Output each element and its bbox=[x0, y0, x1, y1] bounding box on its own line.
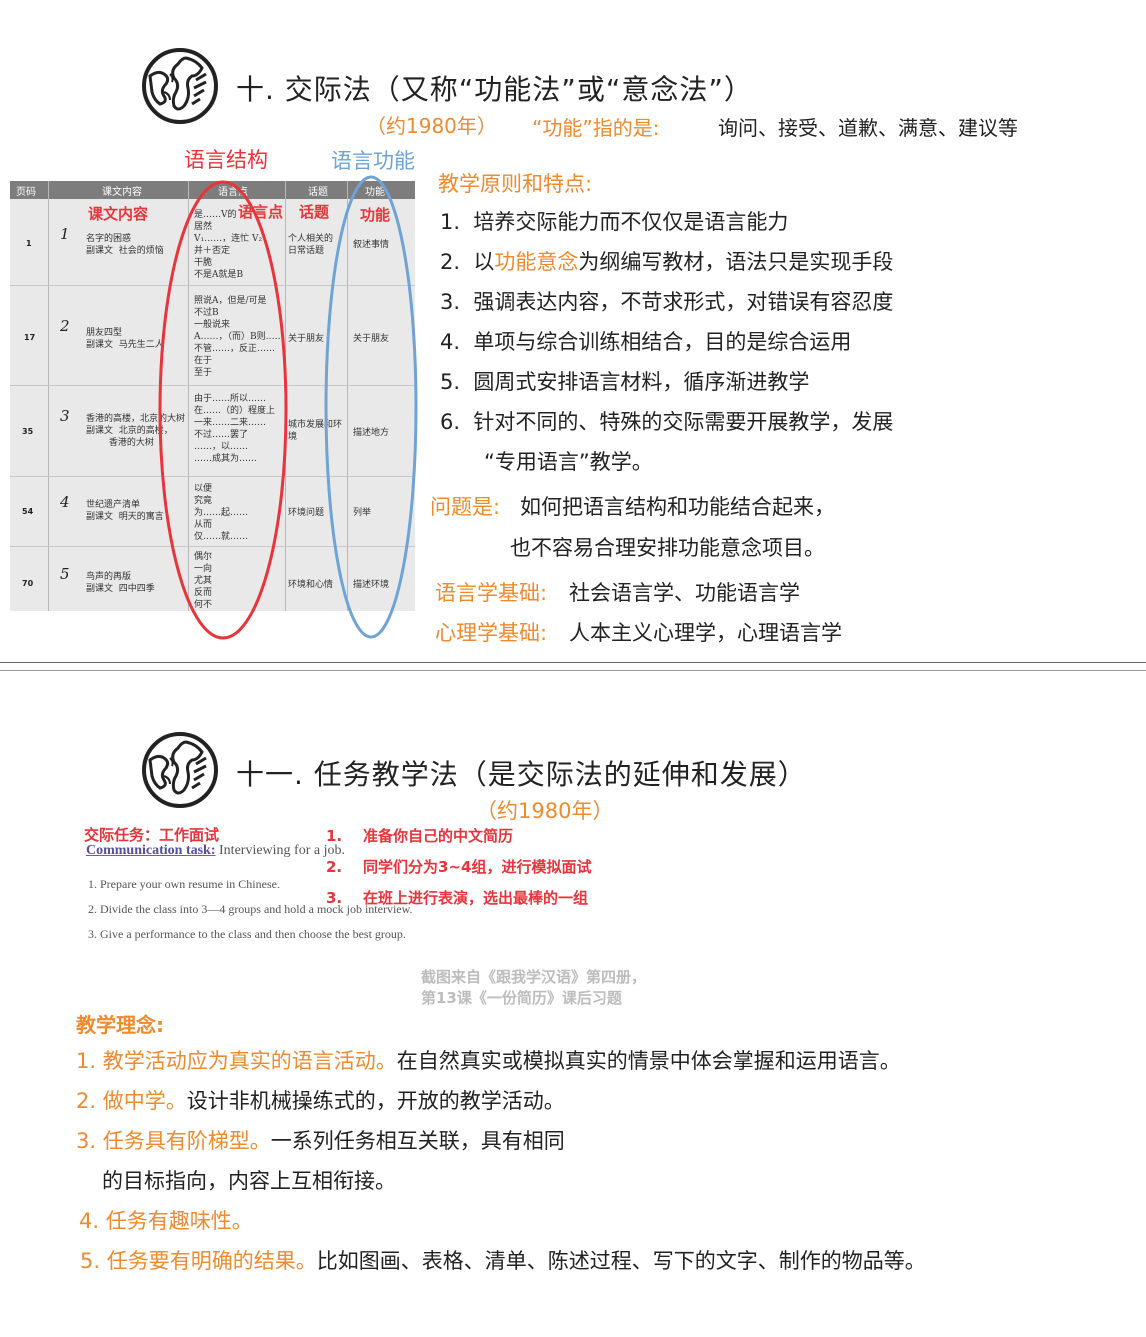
concept-lead: 2. 做中学。 bbox=[76, 1089, 187, 1113]
problem-line2: 也不容易合理安排功能意念项目。 bbox=[510, 536, 825, 560]
concept-text: 的目标指向，内容上互相衔接。 bbox=[102, 1169, 396, 1193]
section-divider bbox=[0, 662, 1146, 663]
concept-5: 5. 任务要有明确的结果。比如图画、表格、清单、陈述过程、写下的文字、制作的物品… bbox=[76, 1241, 926, 1281]
concept-text: 比如图画、表格、清单、陈述过程、写下的文字、制作的物品等。 bbox=[316, 1249, 926, 1273]
task-en-1: 1. Prepare your own resume in Chinese. bbox=[88, 877, 280, 891]
concepts-list: 1. 教学活动应为真实的语言活动。在自然真实或模拟真实的情景中体会掌握和运用语言… bbox=[76, 1041, 926, 1281]
caption-line1: 截图来自《跟我学汉语》第四册， bbox=[421, 968, 647, 986]
principle-5: 5. 圆周式安排语言材料，循序渐进教学 bbox=[440, 362, 893, 402]
task-cn-3: 3. 在班上进行表演，选出最棒的一组 bbox=[326, 887, 588, 908]
blue-ellipse bbox=[324, 175, 418, 639]
principle-text: 为纲编写教材，语法只是实现手段 bbox=[578, 250, 894, 274]
section-divider bbox=[0, 670, 1146, 671]
psychology-label: 心理学基础: bbox=[435, 621, 548, 645]
task-label-cn: 交际任务：工作面试 bbox=[84, 826, 220, 844]
section11-year: （约1980年） bbox=[476, 799, 614, 823]
linguistics-label: 语言学基础: bbox=[435, 581, 548, 605]
concept-3-cont: 的目标指向，内容上互相衔接。 bbox=[76, 1161, 926, 1201]
concept-3: 3. 任务具有阶梯型。一系列任务相互关联，具有相同 bbox=[76, 1121, 926, 1161]
principle-num: 5. bbox=[440, 370, 461, 394]
principle-2: 2. 以功能意念为纲编写教材，语法只是实现手段 bbox=[440, 242, 893, 282]
principle-text: 强调表达内容，不苛求形式，对错误有容忍度 bbox=[473, 290, 894, 314]
principle-highlight: 功能意念 bbox=[494, 250, 579, 274]
principle-4: 4. 单项与综合训练相结合，目的是综合运用 bbox=[440, 322, 893, 362]
principle-text: 圆周式安排语言材料，循序渐进教学 bbox=[473, 370, 810, 394]
principle-num: 2. bbox=[440, 250, 461, 274]
caption-line2: 第13课《一份简历》课后习题 bbox=[421, 989, 622, 1007]
concept-text: 在自然真实或模拟真实的情景中体会掌握和运用语言。 bbox=[396, 1049, 901, 1073]
principle-num: 1. bbox=[440, 210, 461, 234]
task-cn-1: 1. 准备你自己的中文简历 bbox=[326, 825, 513, 846]
concept-heading: 教学理念: bbox=[76, 1013, 164, 1037]
principle-num: 4. bbox=[440, 330, 461, 354]
principle-num: 3. bbox=[440, 290, 461, 314]
principle-1: 1. 培养交际能力而不仅仅是语言能力 bbox=[440, 202, 893, 242]
concept-lead: 5. 任务要有明确的结果。 bbox=[80, 1249, 317, 1273]
globe-icon bbox=[142, 732, 218, 808]
principle-3: 3. 强调表达内容，不苛求形式，对错误有容忍度 bbox=[440, 282, 893, 322]
principle-6-cont: “专用语言”教学。 bbox=[440, 442, 893, 482]
principle-text: 培养交际能力而不仅仅是语言能力 bbox=[473, 210, 789, 234]
principles-heading: 教学原则和特点: bbox=[438, 172, 593, 196]
psychology-text: 人本主义心理学，心理语言学 bbox=[569, 621, 842, 645]
principle-num: 6. bbox=[440, 410, 461, 434]
task-cn-num: 2. bbox=[326, 858, 343, 876]
task-cn-num: 3. bbox=[326, 889, 343, 907]
concept-lead: 4. 任务有趣味性。 bbox=[79, 1209, 253, 1233]
concept-4: 4. 任务有趣味性。 bbox=[76, 1201, 926, 1241]
principle-text: 单项与综合训练相结合，目的是综合运用 bbox=[473, 330, 852, 354]
concept-text: 设计非机械操练式的，开放的教学活动。 bbox=[186, 1089, 565, 1113]
principle-text: “专用语言”教学。 bbox=[484, 450, 653, 474]
principle-text: 针对不同的、特殊的交际需要开展教学，发展 bbox=[473, 410, 894, 434]
principle-6: 6. 针对不同的、特殊的交际需要开展教学，发展 bbox=[440, 402, 893, 442]
task-label-en-bold: Communication task: bbox=[86, 843, 216, 858]
task-cn-text: 在班上进行表演，选出最棒的一组 bbox=[363, 889, 589, 907]
principle-text: 以 bbox=[473, 250, 495, 274]
problem-label: 问题是: bbox=[430, 495, 501, 519]
section11-title: 十一. 任务教学法（是交际法的延伸和发展） bbox=[236, 758, 807, 791]
task-label-en: Communication task: Interviewing for a j… bbox=[86, 843, 345, 859]
concept-lead: 3. 任务具有阶梯型。 bbox=[76, 1129, 271, 1153]
problem-line1: 如何把语言结构和功能结合起来， bbox=[520, 495, 835, 519]
concept-lead: 1. 教学活动应为真实的语言活动。 bbox=[76, 1049, 397, 1073]
concept-1: 1. 教学活动应为真实的语言活动。在自然真实或模拟真实的情景中体会掌握和运用语言… bbox=[76, 1041, 926, 1081]
task-cn-text: 准备你自己的中文简历 bbox=[363, 827, 514, 845]
task-cn-num: 1. bbox=[326, 827, 343, 845]
concept-2: 2. 做中学。设计非机械操练式的，开放的教学活动。 bbox=[76, 1081, 926, 1121]
concept-text: 一系列任务相互关联，具有相同 bbox=[270, 1129, 565, 1153]
task-cn-text: 同学们分为3~4组，进行模拟面试 bbox=[363, 858, 592, 876]
task-cn-2: 2. 同学们分为3~4组，进行模拟面试 bbox=[326, 856, 591, 877]
task-en-3: 3. Give a performance to the class and t… bbox=[88, 927, 406, 941]
red-ellipse bbox=[158, 180, 288, 640]
principles-list: 1. 培养交际能力而不仅仅是语言能力 2. 以功能意念为纲编写教材，语法只是实现… bbox=[440, 202, 893, 482]
linguistics-text: 社会语言学、功能语言学 bbox=[569, 581, 800, 605]
